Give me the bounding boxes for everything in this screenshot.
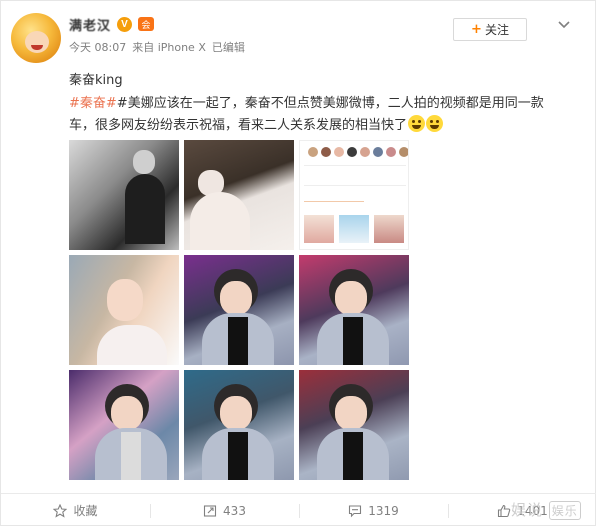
- photo-figure-shirt: [121, 432, 141, 480]
- photo-figure-shirt: [228, 317, 248, 365]
- photo-5[interactable]: [184, 255, 294, 365]
- comment-icon: [349, 504, 362, 517]
- mini-avatar: [373, 147, 383, 157]
- photo-figure-shirt: [228, 432, 248, 480]
- mini-avatar: [399, 147, 408, 157]
- mini-avatar: [347, 147, 357, 157]
- post-title: 秦奋king: [69, 73, 123, 88]
- photo-figure-body: [97, 325, 167, 365]
- post-text: #秦奋##美娜应该在一起了，秦奋不但点赞美娜微博，二人拍的视频都是用同一款车，很…: [69, 93, 559, 137]
- comment-count: 1319: [368, 503, 399, 518]
- photo-9[interactable]: [299, 370, 409, 480]
- post-source: 来自 iPhone X: [132, 41, 206, 54]
- photo-figure-body: [190, 192, 250, 250]
- follow-label: 关注: [484, 23, 509, 37]
- photo-1[interactable]: [69, 140, 179, 250]
- action-bar: 收藏 433 1319 1401: [1, 493, 596, 526]
- repost-icon: [203, 504, 217, 517]
- post-edited[interactable]: 已编辑: [212, 39, 245, 55]
- plus-icon: +: [471, 22, 482, 37]
- user-avatar[interactable]: [11, 13, 61, 63]
- divider: [304, 165, 406, 166]
- mini-avatar: [360, 147, 370, 157]
- post-meta: 今天 08:07 来自 iPhone X 已编辑: [69, 39, 245, 55]
- vip-badge-icon: 会: [138, 17, 155, 31]
- follow-button[interactable]: + 关注: [453, 18, 527, 41]
- watermark-box: 娱乐: [548, 501, 581, 520]
- smile-emoji-icon: [426, 115, 444, 132]
- watermark-logo: 娱说 娱乐: [511, 499, 581, 520]
- mini-avatar: [308, 147, 318, 157]
- weibo-post-card: 满老汉 V 会 今天 08:07 来自 iPhone X 已编辑 + 关注 秦奋…: [0, 0, 596, 526]
- photo-figure: [335, 281, 367, 315]
- mini-avatar: [334, 147, 344, 157]
- verified-badge-icon: V: [117, 16, 133, 32]
- mini-avatar: [321, 147, 331, 157]
- divider: [304, 185, 406, 186]
- photo-7[interactable]: [69, 370, 179, 480]
- mini-photo: [374, 215, 404, 243]
- favorite-button[interactable]: 收藏: [1, 494, 150, 526]
- photo-figure-shirt: [343, 317, 363, 365]
- photo-8[interactable]: [184, 370, 294, 480]
- repost-count: 433: [223, 503, 246, 518]
- watermark-text: 娱说: [511, 501, 544, 519]
- photo-figure-shirt: [343, 432, 363, 480]
- mini-photo: [339, 215, 369, 243]
- comment-button[interactable]: 1319: [299, 494, 448, 526]
- photo-figure: [111, 396, 143, 430]
- favorite-label: 收藏: [73, 504, 98, 518]
- user-name[interactable]: 满老汉: [69, 15, 111, 34]
- image-grid: [69, 140, 409, 480]
- photo-3-screenshot[interactable]: [299, 140, 409, 250]
- divider: [304, 201, 364, 202]
- photo-figure: [220, 281, 252, 315]
- thumbnail-avatars: [308, 147, 408, 157]
- photo-4[interactable]: [69, 255, 179, 365]
- thumbs-up-icon: [498, 504, 511, 517]
- hashtag-link[interactable]: #秦奋#: [69, 96, 117, 111]
- mini-photo: [304, 215, 334, 243]
- photo-figure: [133, 150, 155, 174]
- repost-button[interactable]: 433: [150, 494, 299, 526]
- photo-figure: [220, 396, 252, 430]
- post-body: #美娜应该在一起了，秦奋不但点赞美娜微博，二人拍的视频都是用同一款车，很多网友纷…: [69, 96, 544, 133]
- photo-figure-body: [125, 174, 165, 244]
- post-time[interactable]: 今天 08:07: [69, 39, 126, 55]
- photo-2[interactable]: [184, 140, 294, 250]
- chevron-down-icon[interactable]: [557, 18, 571, 32]
- mini-avatar: [386, 147, 396, 157]
- photo-6[interactable]: [299, 255, 409, 365]
- photo-figure: [335, 396, 367, 430]
- user-name-row: 满老汉 V 会: [69, 15, 155, 34]
- photo-figure: [107, 279, 143, 321]
- smile-emoji-icon: [408, 115, 426, 132]
- star-icon: [53, 503, 68, 518]
